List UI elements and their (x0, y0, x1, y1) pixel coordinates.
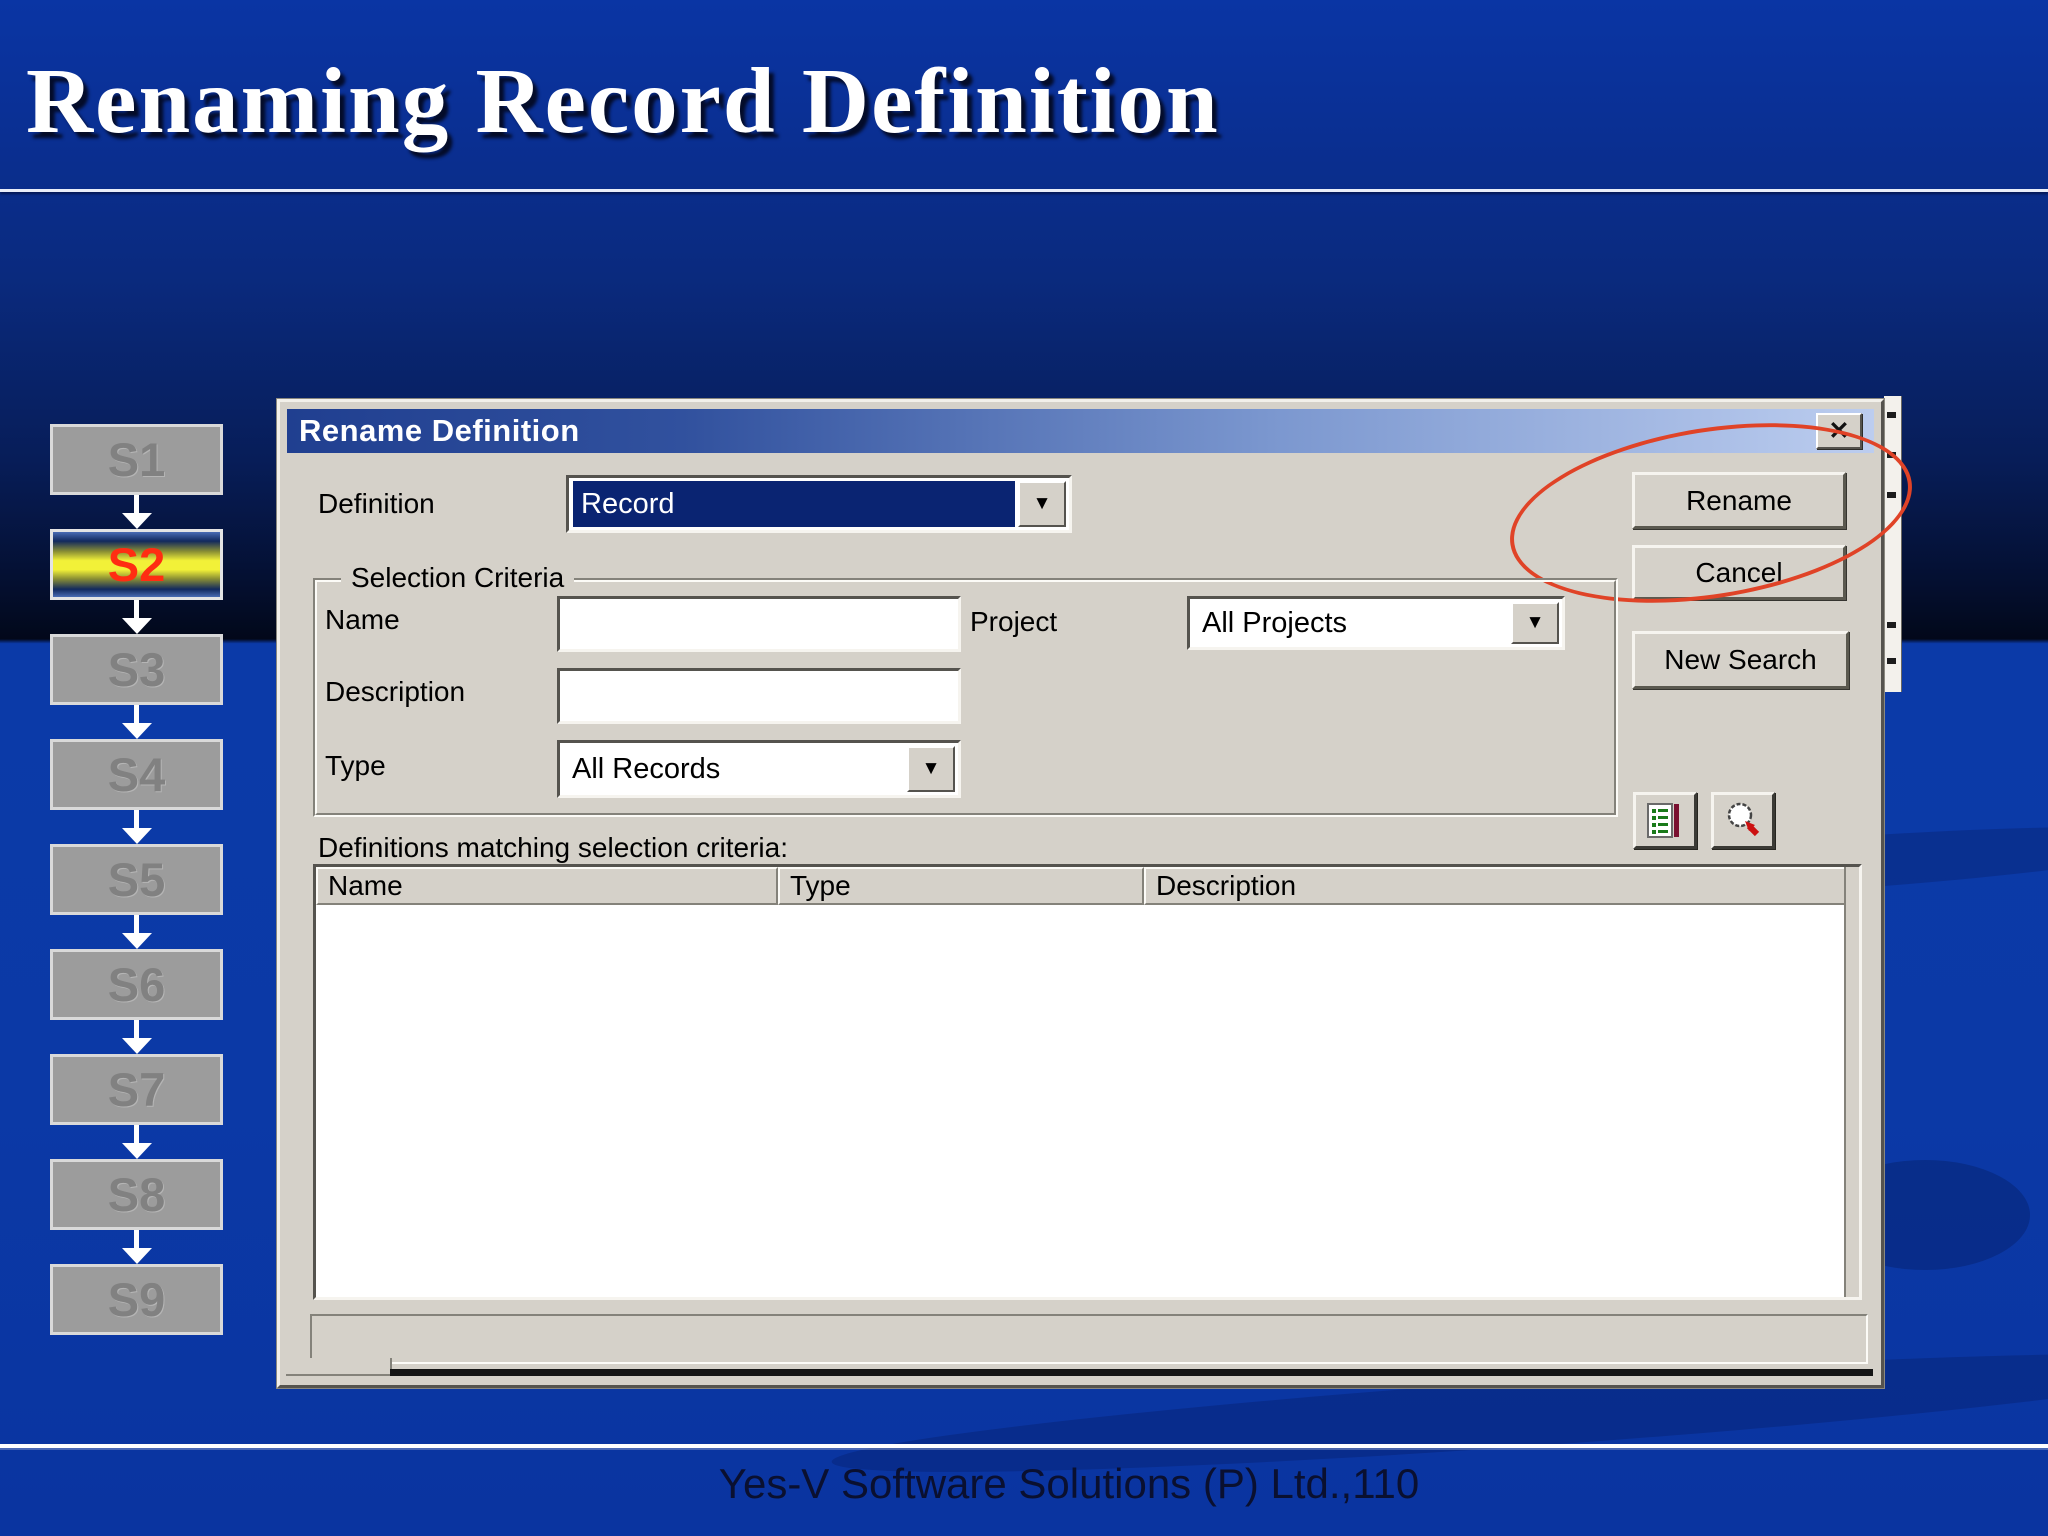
close-button[interactable]: ✕ (1816, 413, 1862, 449)
type-dropdown-button[interactable]: ▼ (907, 746, 955, 792)
flow-step-s4: S4 (50, 739, 223, 810)
flow-step-s2: S2 (50, 529, 223, 600)
flow-step-s6: S6 (50, 949, 223, 1020)
column-header-type[interactable]: Type (778, 867, 1144, 905)
flow-arrow-down-icon (121, 1125, 152, 1159)
column-header-name[interactable]: Name (316, 867, 778, 905)
slide-title: Renaming Record Definition (26, 50, 1220, 153)
column-header-description[interactable]: Description (1144, 867, 1859, 905)
definitions-list-body[interactable] (316, 905, 1846, 1297)
description-criteria-input[interactable] (557, 668, 961, 724)
definitions-listview: Name Type Description (313, 864, 1862, 1300)
flow-step-s7: S7 (50, 1054, 223, 1125)
listview-scrollbar-strip[interactable] (1844, 867, 1859, 1297)
list-view-button[interactable] (1633, 792, 1697, 849)
flow-step-s8: S8 (50, 1159, 223, 1230)
project-dropdown-button[interactable]: ▼ (1511, 602, 1559, 644)
footer-rule (0, 1444, 2048, 1448)
list-icon (1647, 802, 1679, 838)
selection-criteria-groupbox: Selection Criteria Name Project All Proj… (313, 562, 1618, 817)
definition-combobox[interactable]: Record ▼ (566, 475, 1072, 533)
flow-arrow-down-icon (121, 705, 152, 739)
dialog-statusbar (310, 1314, 1868, 1364)
listview-header: Name Type Description (316, 867, 1859, 905)
flow-step-s5: S5 (50, 844, 223, 915)
chevron-down-icon: ▼ (1032, 493, 1052, 514)
definition-combobox-value: Record (573, 481, 1015, 527)
dialog-title: Rename Definition (299, 413, 580, 448)
description-label: Description (325, 676, 466, 707)
dialog-bottom-shadow (390, 1369, 1873, 1376)
flow-step-s1: S1 (50, 424, 223, 495)
flow-step-s3: S3 (50, 634, 223, 705)
flow-arrow-down-icon (121, 1020, 152, 1054)
chevron-down-icon: ▼ (921, 758, 941, 779)
name-criteria-input[interactable] (557, 596, 961, 652)
dialog-bottom-notch (286, 1358, 392, 1376)
project-combobox-value: All Projects (1202, 606, 1348, 639)
chevron-down-icon: ▼ (1525, 612, 1545, 633)
slide-background: Renaming Record Definition S1 S2 S3 S4 S5 S6 S… (0, 0, 2048, 1536)
background-window-sliver (1884, 396, 1902, 692)
type-combobox[interactable]: All Records ▼ (557, 740, 961, 798)
title-underline-rule (0, 189, 2048, 192)
type-label: Type (325, 750, 386, 781)
flow-step-s9: S9 (50, 1264, 223, 1335)
close-icon: ✕ (1828, 417, 1850, 445)
flow-arrow-down-icon (121, 495, 152, 529)
name-label: Name (325, 604, 400, 635)
definition-label: Definition (318, 488, 435, 519)
project-combobox[interactable]: All Projects ▼ (1187, 596, 1565, 650)
flow-arrow-down-icon (121, 1230, 152, 1264)
selection-criteria-legend: Selection Criteria (341, 562, 575, 594)
rename-definition-dialog: Rename Definition ✕ Definition Record ▼ … (277, 397, 1925, 1388)
search-button[interactable] (1711, 792, 1775, 849)
flow-arrow-down-icon (121, 915, 152, 949)
definition-dropdown-button[interactable]: ▼ (1018, 481, 1066, 527)
magnifier-icon (1727, 802, 1760, 836)
footer-text: Yes-V Software Solutions (P) Ltd.,110 (718, 1460, 1420, 1507)
project-label: Project (970, 606, 1058, 637)
new-search-button[interactable]: New Search (1632, 631, 1849, 689)
dialog-titlebar[interactable]: Rename Definition ✕ (287, 409, 1874, 453)
process-flowchart: S1 S2 S3 S4 S5 S6 S7 S8 S9 (50, 424, 223, 1335)
type-combobox-value: All Records (572, 752, 721, 785)
cancel-button[interactable]: Cancel (1632, 545, 1846, 600)
flow-arrow-down-icon (121, 600, 152, 634)
rename-button[interactable]: Rename (1632, 472, 1846, 529)
results-label: Definitions matching selection criteria: (318, 832, 788, 863)
flow-arrow-down-icon (121, 810, 152, 844)
